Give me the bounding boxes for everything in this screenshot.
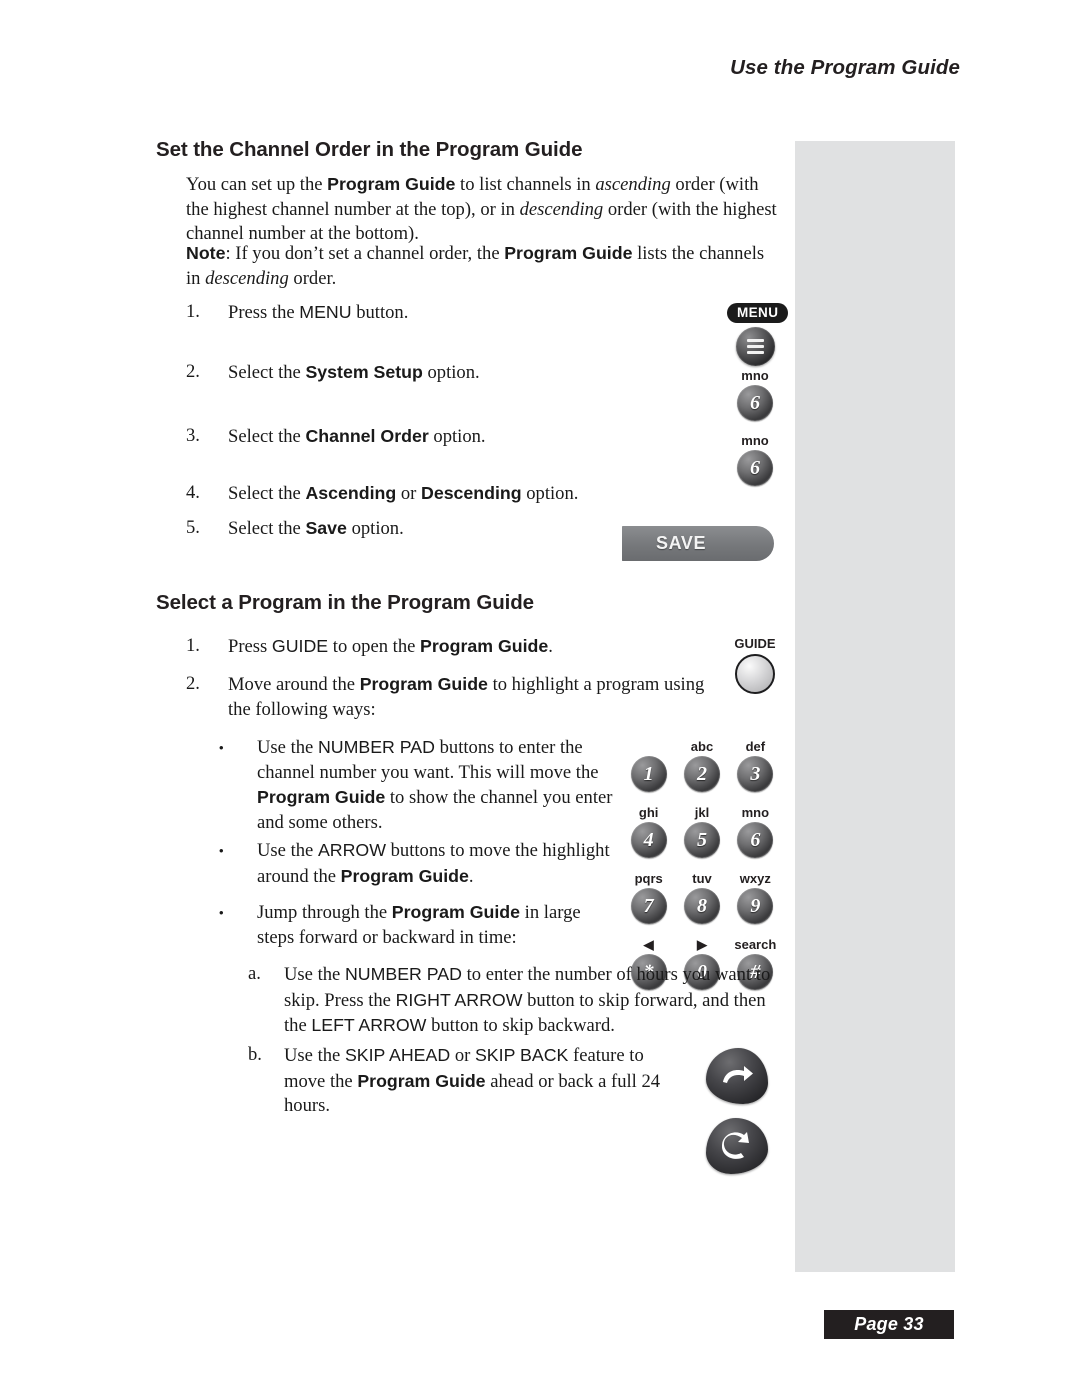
keypad-key-9: wxyz 9 (733, 872, 778, 924)
key-letters: mno (741, 368, 769, 383)
page-number-badge: Page 33 (824, 1310, 954, 1339)
key-digit: 6 (737, 450, 773, 486)
guide-key-circle (735, 654, 775, 694)
bullet-text: Use the ARROW buttons to move the highli… (257, 840, 610, 887)
step-2-2: 2. Move around the Program Guide to high… (186, 672, 726, 722)
step-text: Select the System Setup option. (228, 362, 480, 383)
substep-text: Use the SKIP AHEAD or SKIP BACK feature … (284, 1045, 661, 1117)
key-letters (626, 740, 671, 754)
menu-key-label: MENU (727, 303, 789, 323)
key-digit: 3 (737, 756, 774, 792)
substep-text: Use the NUMBER PAD to enter the number o… (284, 964, 771, 1037)
key-digit: 1 (630, 756, 667, 792)
bullet-jump-steps: • Jump through the Program Guide in larg… (219, 900, 619, 950)
key-digit: 2 (683, 756, 720, 792)
keypad-key-3: def 3 (733, 740, 778, 792)
section-heading-select-program: Select a Program in the Program Guide (156, 591, 534, 614)
step-1-3: 3. Select the Channel Order option. (186, 424, 786, 450)
step-2-1: 1. Press GUIDE to open the Program Guide… (186, 634, 786, 660)
keypad-key-6: mno 6 (733, 806, 778, 858)
paragraph-note: Note: If you don’t set a channel order, … (186, 243, 765, 289)
section-heading-channel-order: Set the Channel Order in the Program Gui… (156, 138, 583, 161)
key-letters: search (734, 937, 777, 952)
substep-b: b. Use the SKIP AHEAD or SKIP BACK featu… (248, 1043, 688, 1119)
step-1-4: 4. Select the Ascending or Descending op… (186, 481, 786, 507)
step-1-1: 1. Press the MENU button. (186, 300, 786, 326)
remote-guide-button-graphic: GUIDE (727, 637, 783, 694)
key-digit: 5 (683, 822, 720, 858)
keypad-key-4: ghi 4 (626, 806, 671, 858)
remote-menu-button-graphic: MENU (727, 303, 789, 366)
keypad-key-7: pqrs 7 (626, 872, 671, 924)
keypad-key-5: jkl 5 (679, 806, 724, 858)
hamburger-icon (735, 327, 775, 366)
step-marker: 5. (186, 517, 200, 538)
step-1-2: 2. Select the System Setup option. (186, 360, 786, 386)
step-text: Press GUIDE to open the Program Guide. (228, 636, 553, 657)
keypad-key-1: 1 (626, 740, 671, 792)
key-letters: def (745, 739, 766, 754)
substep-marker: a. (248, 963, 261, 984)
step-text: Press the MENU button. (228, 302, 409, 323)
bullet-number-pad: • Use the NUMBER PAD buttons to enter th… (219, 735, 619, 835)
key-letters: abc (690, 739, 714, 754)
key-digit: 8 (683, 888, 720, 924)
key-digit: 9 (737, 888, 774, 924)
step-text: Move around the Program Guide to highlig… (228, 674, 705, 720)
remote-number-pad-graphic: 1 abc 2 def 3 ghi 4 jkl 5 mno 6 pqrs 7 tuv 8 wxyz 9 ◀ * ▶ 0 s… (626, 740, 778, 990)
keypad-key-2: abc 2 (679, 740, 724, 792)
bullet-marker: • (219, 905, 224, 920)
substep-marker: b. (248, 1044, 262, 1065)
skip-ahead-arrow-icon (706, 1048, 768, 1104)
remote-save-button-graphic: SAVE (622, 526, 774, 561)
step-marker: 2. (186, 361, 200, 382)
key-letters: ▶ (696, 937, 707, 952)
bullet-marker: • (219, 843, 224, 858)
bullet-marker: • (219, 740, 224, 755)
key-digit: 4 (630, 822, 667, 858)
skip-back-arrow-icon (706, 1118, 768, 1174)
running-header: Use the Program Guide (730, 56, 960, 79)
key-letters: mno (741, 433, 769, 448)
step-marker: 3. (186, 425, 200, 446)
remote-six-key-graphic-b: mno 6 (727, 434, 783, 486)
step-marker: 2. (186, 673, 200, 694)
bullet-arrow-buttons: • Use the ARROW buttons to move the high… (219, 838, 619, 889)
keypad-key-8: tuv 8 (679, 872, 724, 924)
paragraph-intro: You can set up the Program Guide to list… (186, 174, 777, 245)
side-panel (795, 141, 955, 1272)
key-digit: 6 (737, 385, 773, 421)
key-letters: wxyz (739, 871, 771, 886)
key-digit: 7 (630, 888, 667, 924)
remote-six-key-graphic-a: mno 6 (727, 369, 783, 421)
key-digit: 6 (737, 822, 774, 858)
key-letters: jkl (694, 805, 710, 820)
key-letters: ghi (638, 805, 659, 820)
key-letters: mno (741, 805, 770, 820)
substep-a: a. Use the NUMBER PAD to enter the numbe… (248, 962, 788, 1039)
step-marker: 4. (186, 482, 200, 503)
bullet-text: Jump through the Program Guide in large … (257, 902, 581, 948)
step-text: Select the Channel Order option. (228, 426, 486, 447)
key-letters: ◀ (643, 937, 654, 952)
document-page: Use the Program Guide Set the Channel Or… (0, 0, 1080, 1397)
key-letters: tuv (692, 871, 712, 886)
step-marker: 1. (186, 635, 200, 656)
key-letters: pqrs (634, 871, 663, 886)
guide-key-label: GUIDE (734, 636, 776, 651)
step-marker: 1. (186, 301, 200, 322)
bullet-text: Use the NUMBER PAD buttons to enter the … (257, 737, 613, 833)
step-text: Select the Ascending or Descending optio… (228, 483, 579, 504)
